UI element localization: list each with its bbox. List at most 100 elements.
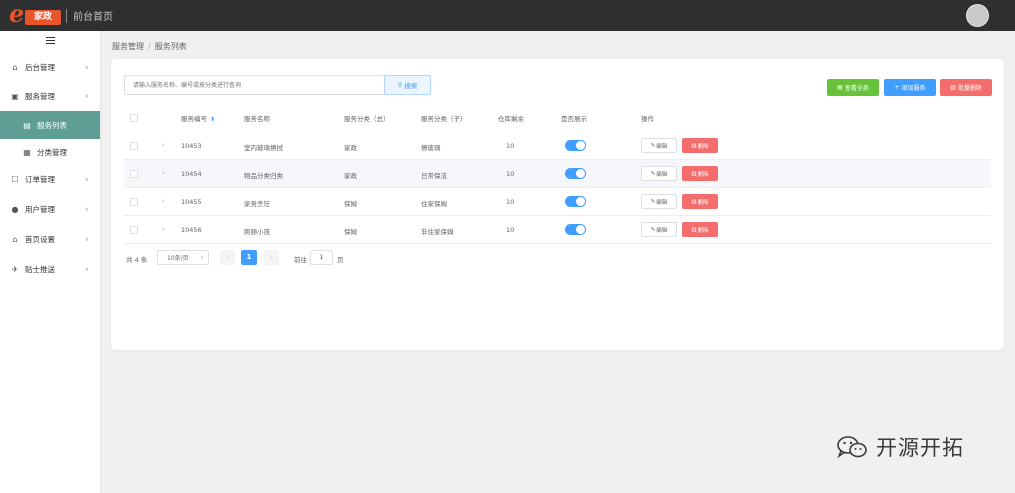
sidebar-item-homepage-settings[interactable]: ⌂ 首页设置 ∨ [0, 225, 100, 253]
sidebar-item-label: 后台管理 [25, 62, 55, 72]
view-all-button[interactable]: ▤ 查看全部 [827, 79, 879, 96]
trash-icon: ▥ [691, 142, 697, 149]
sidebar-item-label: 贴士推送 [25, 264, 55, 274]
add-service-button[interactable]: + 添加服务 [884, 79, 936, 96]
chevron-down-icon: ∨ [84, 235, 89, 243]
sidebar-item-label: 服务管理 [25, 91, 55, 101]
edit-icon: ✎ [650, 142, 656, 149]
goto-label: 前往 [294, 256, 307, 264]
delete-button[interactable]: ▥ 删除 [682, 222, 718, 237]
order-icon: ☐ [11, 174, 19, 184]
search-icon: ⚲ [397, 81, 403, 89]
expand-icon[interactable]: › [162, 169, 165, 177]
sidebar-item-service-management[interactable]: ▣ 服务管理 ∧ [0, 82, 100, 110]
cell-service-id: 10454 [181, 170, 202, 178]
display-toggle[interactable] [565, 224, 586, 235]
sidebar-item-category-management[interactable]: ▦ 分类管理 [0, 138, 100, 166]
cell-category-sub: 擦玻璃 [421, 144, 441, 152]
delete-button[interactable]: ▥ 删除 [682, 138, 718, 153]
cell-category-main: 保姆 [344, 228, 357, 236]
batch-delete-button[interactable]: ▥ 批量删除 [940, 79, 992, 96]
edit-button[interactable]: ✎ 编辑 [641, 138, 677, 153]
brand-logo[interactable]: e 家政 [9, 1, 61, 27]
display-toggle[interactable] [565, 196, 586, 207]
edit-icon: ✎ [650, 170, 656, 177]
row-checkbox[interactable] [130, 226, 138, 234]
search-button[interactable]: ⚲ 搜索 [384, 75, 431, 95]
home-icon: ⌂ [12, 62, 18, 72]
watermark-text: 开源开拓 [876, 436, 964, 460]
trash-icon: ▥ [691, 170, 697, 177]
expand-icon[interactable]: › [162, 225, 165, 233]
expand-icon[interactable]: › [162, 197, 165, 205]
services-icon: ▣ [11, 91, 19, 101]
cell-stock: 10 [506, 142, 515, 150]
table-row: › 10454 物品分类归类 家政 日常保洁 10 ✎ 编辑 ▥ 删除 [124, 160, 991, 188]
view-all-label: 查看全部 [844, 85, 869, 92]
breadcrumb: 服务管理 / 服务列表 [112, 41, 187, 52]
content-card: ⚲ 搜索 ▤ 查看全部 + 添加服务 ▥ 批量删除 服务编号⬍ 服务名称 服务分… [111, 59, 1004, 350]
sidebar-item-orders[interactable]: ☐ 订单管理 ∨ [0, 165, 100, 193]
next-page-button[interactable]: › [264, 250, 279, 265]
sort-icon[interactable]: ⬍ [210, 116, 215, 123]
page-unit-label: 页 [337, 256, 344, 264]
edit-label: 编辑 [656, 227, 668, 234]
row-checkbox[interactable] [130, 170, 138, 178]
header-category-main: 服务分类（总） [344, 115, 390, 123]
delete-label: 删除 [697, 171, 709, 178]
cell-category-main: 家政 [344, 172, 357, 180]
page-size-select[interactable]: 10条/页 ∨ [157, 250, 209, 265]
user-avatar[interactable] [966, 4, 989, 27]
select-all-checkbox[interactable] [130, 114, 138, 122]
breadcrumb-separator: / [148, 42, 151, 51]
cell-service-name: 室内玻璃擦拭 [244, 144, 283, 152]
logo-text: 家政 [25, 9, 61, 25]
edit-icon: ✎ [650, 198, 656, 205]
cell-category-main: 保姆 [344, 200, 357, 208]
table-header: 服务编号 ⬍ 服务名称 服务分类（总） 服务分类（子） 仓库剩余 是否展示 操作 [124, 109, 991, 127]
sidebar-item-users[interactable]: ● 用户管理 ∨ [0, 195, 100, 223]
breadcrumb-current: 服务列表 [154, 42, 187, 51]
cell-service-name: 物品分类归类 [244, 172, 283, 180]
row-checkbox[interactable] [130, 198, 138, 206]
trash-icon: ▥ [691, 198, 697, 205]
plus-icon: + [894, 84, 900, 91]
edit-button[interactable]: ✎ 编辑 [641, 166, 677, 181]
header-stock: 仓库剩余 [498, 115, 524, 123]
chevron-down-icon: ∨ [200, 254, 204, 261]
chevron-down-icon: ∨ [84, 175, 89, 183]
edit-button[interactable]: ✎ 编辑 [641, 222, 677, 237]
cell-service-id: 10456 [181, 226, 202, 234]
delete-label: 删除 [697, 143, 709, 150]
sidebar-item-service-list[interactable]: ▤ 服务列表 [0, 111, 100, 139]
delete-button[interactable]: ▥ 删除 [682, 194, 718, 209]
cell-stock: 10 [506, 198, 515, 206]
frontend-home-link[interactable]: 前台首页 [73, 8, 113, 23]
edit-label: 编辑 [656, 199, 668, 206]
search-button-label: 搜索 [404, 82, 418, 90]
display-toggle[interactable] [565, 168, 586, 179]
row-checkbox[interactable] [130, 142, 138, 150]
table-row: › 10456 照顾小孩 保姆 非住家保姆 10 ✎ 编辑 ▥ 删除 [124, 216, 991, 244]
breadcrumb-parent[interactable]: 服务管理 [112, 42, 144, 51]
prev-page-button[interactable]: ‹ [220, 250, 235, 265]
sidebar-item-admin[interactable]: ⌂ 后台管理 ∨ [0, 53, 100, 81]
cell-category-sub: 住家保姆 [421, 200, 447, 208]
grid-icon: ▦ [23, 147, 31, 157]
header-service-id[interactable]: 服务编号 ⬍ [181, 113, 215, 123]
goto-page-input[interactable]: 1 [310, 250, 333, 265]
cell-stock: 10 [506, 170, 515, 178]
edit-button[interactable]: ✎ 编辑 [641, 194, 677, 209]
expand-icon[interactable]: › [162, 141, 165, 149]
menu-collapse-icon[interactable] [46, 37, 55, 44]
search-input[interactable] [124, 75, 385, 95]
delete-button[interactable]: ▥ 删除 [682, 166, 718, 181]
delete-label: 删除 [697, 227, 709, 234]
trash-icon: ▥ [950, 84, 956, 91]
sidebar: ⌂ 后台管理 ∨ ▣ 服务管理 ∧ ▤ 服务列表 ▦ 分类管理 ☐ 订单管理 ∨… [0, 31, 101, 493]
cell-service-name: 家务烹饪 [244, 200, 270, 208]
cell-service-id: 10453 [181, 142, 202, 150]
display-toggle[interactable] [565, 140, 586, 151]
current-page-button[interactable]: 1 [241, 250, 257, 265]
sidebar-item-tips-push[interactable]: ✈ 贴士推送 ∨ [0, 255, 100, 283]
